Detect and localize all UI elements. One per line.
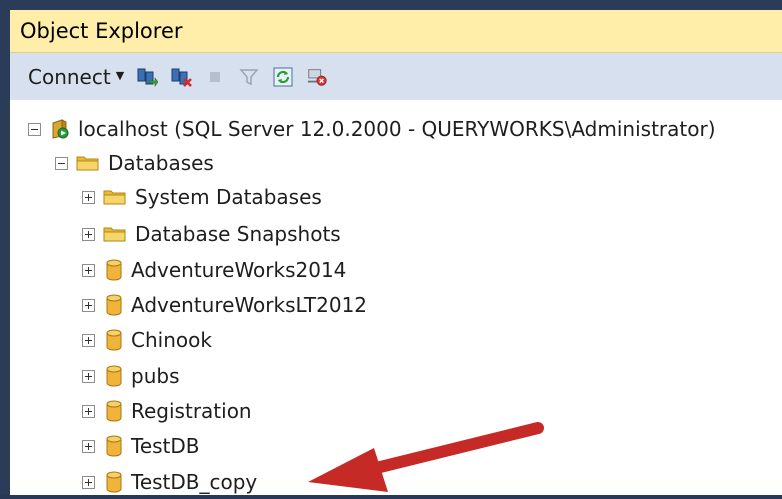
database-icon [105, 365, 123, 387]
database-icon [105, 435, 123, 457]
connect-label: Connect [28, 64, 111, 89]
tree-node-database[interactable]: Chinook [82, 323, 212, 357]
expand-toggle-icon[interactable] [82, 475, 95, 489]
database-icon [105, 329, 123, 351]
expand-toggle-icon[interactable] [82, 190, 95, 204]
connect-object-explorer-icon[interactable] [136, 66, 159, 88]
expand-toggle-icon[interactable] [82, 439, 95, 453]
tree-node-database[interactable]: AdventureWorks2014 [82, 253, 346, 287]
tree-node-database[interactable]: Registration [82, 394, 252, 428]
expand-toggle-icon[interactable] [82, 227, 95, 241]
expand-toggle-icon[interactable] [82, 263, 95, 277]
expand-toggle-icon[interactable] [82, 369, 95, 383]
folder-icon [76, 154, 100, 172]
panel-title: Object Explorer [20, 19, 183, 43]
tree-item-label: AdventureWorksLT2012 [131, 293, 368, 317]
tree-node-databases[interactable]: Databases [55, 146, 214, 180]
object-explorer-window: Object Explorer Connect ▼ localhost (SQL… [0, 0, 782, 495]
annotation-arrow-icon [308, 422, 544, 492]
database-icon [105, 294, 123, 316]
tree-item-label: TestDB_copy [131, 470, 258, 494]
object-explorer-toolbar: Connect ▼ [10, 53, 782, 100]
folder-icon [103, 225, 127, 243]
database-icon [105, 400, 123, 422]
disconnect-icon[interactable] [170, 66, 193, 88]
tree-node-database[interactable]: TestDB_copy [82, 465, 257, 499]
tree-item-label: Registration [131, 399, 252, 423]
tree-node-database[interactable]: TestDB [82, 429, 200, 463]
dropdown-caret-icon: ▼ [115, 69, 125, 82]
folder-icon [103, 188, 127, 206]
tree-node-database[interactable]: AdventureWorksLT2012 [82, 288, 367, 322]
window-border-top [0, 0, 782, 10]
activity-monitor-icon[interactable] [306, 66, 328, 88]
expand-toggle-icon[interactable] [82, 404, 95, 418]
database-icon [105, 471, 123, 493]
tree-item-label: Chinook [131, 328, 212, 352]
refresh-icon[interactable] [272, 66, 294, 88]
tree-item-label: TestDB [131, 434, 200, 458]
window-border-left [0, 0, 10, 495]
expand-toggle-icon[interactable] [82, 333, 95, 347]
tree-item-label: Database Snapshots [135, 222, 341, 246]
tree-node-database-snapshots[interactable]: Database Snapshots [82, 217, 341, 251]
stop-icon[interactable] [204, 66, 226, 88]
tree-node-server[interactable]: localhost (SQL Server 12.0.2000 - QUERYW… [28, 112, 716, 146]
tree-item-label: pubs [131, 364, 180, 388]
tree-node-database[interactable]: pubs [82, 359, 180, 393]
filter-icon[interactable] [238, 66, 260, 88]
connect-dropdown-button[interactable]: Connect ▼ [28, 65, 124, 89]
collapse-toggle-icon[interactable] [55, 156, 68, 170]
databases-label: Databases [108, 151, 214, 175]
expand-toggle-icon[interactable] [82, 298, 95, 312]
server-label: localhost (SQL Server 12.0.2000 - QUERYW… [78, 117, 716, 141]
tree-item-label: System Databases [135, 185, 322, 209]
server-icon [50, 118, 70, 140]
collapse-toggle-icon[interactable] [28, 122, 41, 136]
database-icon [105, 259, 123, 281]
tree-item-label: AdventureWorks2014 [131, 258, 347, 282]
tree-node-system-databases[interactable]: System Databases [82, 180, 322, 214]
panel-title-bar[interactable]: Object Explorer [10, 10, 782, 53]
